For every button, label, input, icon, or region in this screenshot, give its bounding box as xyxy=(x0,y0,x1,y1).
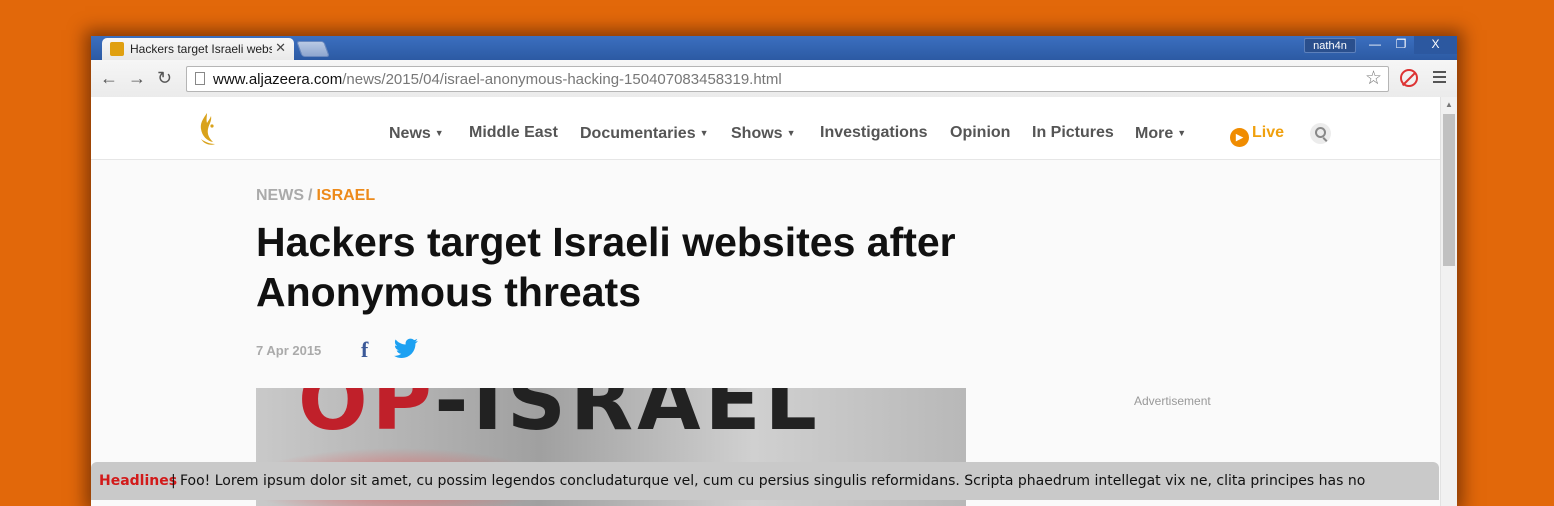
menu-icon[interactable] xyxy=(1433,71,1446,83)
aljazeera-logo-icon[interactable] xyxy=(195,111,219,147)
nav-middle-east[interactable]: Middle East xyxy=(469,123,558,143)
twitter-share-icon[interactable] xyxy=(393,338,419,360)
address-bar[interactable]: www.aljazeera.com/news/2015/04/israel-an… xyxy=(186,66,1389,92)
advertisement-label: Advertisement xyxy=(1134,394,1211,408)
search-icon[interactable] xyxy=(1310,123,1331,144)
nav-more-label: More xyxy=(1135,125,1174,142)
facebook-share-icon[interactable]: f xyxy=(361,338,368,362)
live-label: Live xyxy=(1252,124,1285,141)
maximize-button[interactable]: ❐ xyxy=(1388,36,1414,54)
tab-close-icon[interactable]: ✕ xyxy=(275,41,286,55)
extension-icon[interactable] xyxy=(1400,69,1418,87)
nav-in-pictures[interactable]: In Pictures xyxy=(1032,123,1114,143)
minimize-button[interactable]: — xyxy=(1362,36,1388,54)
chevron-down-icon: ▼ xyxy=(1177,128,1187,138)
chevron-down-icon: ▼ xyxy=(786,128,796,138)
nav-middle-east-label: Middle East xyxy=(469,124,558,141)
bookmark-star-icon[interactable]: ☆ xyxy=(1365,69,1382,89)
vertical-scrollbar[interactable]: ▲ xyxy=(1440,97,1457,506)
site-navigation: News ▼ Middle East Documentaries ▼ Shows ▼ … xyxy=(91,97,1440,160)
breadcrumb: NEWS / ISRAEL xyxy=(256,187,375,205)
live-link[interactable]: ▶ Live xyxy=(1230,123,1285,147)
nav-opinion[interactable]: Opinion xyxy=(950,123,1010,143)
browser-toolbar: ← → ↻ www.aljazeera.com/news/2015/04/isr… xyxy=(91,60,1457,98)
reload-button[interactable]: ↻ xyxy=(157,68,172,88)
breadcrumb-section: NEWS xyxy=(256,187,304,204)
nav-shows-label: Shows xyxy=(731,125,783,142)
nav-documentaries-label: Documentaries xyxy=(580,125,696,142)
nav-documentaries[interactable]: Documentaries ▼ xyxy=(580,123,709,144)
close-window-button[interactable]: X xyxy=(1414,36,1457,54)
page-viewport: News ▼ Middle East Documentaries ▼ Shows ▼ … xyxy=(91,97,1457,506)
nav-news[interactable]: News ▼ xyxy=(389,123,444,144)
nav-shows[interactable]: Shows ▼ xyxy=(731,123,795,144)
nav-opinion-label: Opinion xyxy=(950,124,1011,141)
nav-investigations[interactable]: Investigations xyxy=(820,123,928,143)
forward-button[interactable]: → xyxy=(128,68,146,88)
chevron-down-icon: ▼ xyxy=(699,128,709,138)
url-text[interactable]: www.aljazeera.com/news/2015/04/israel-an… xyxy=(213,71,782,88)
scroll-up-icon[interactable]: ▲ xyxy=(1445,100,1453,109)
page-icon xyxy=(195,72,205,85)
nav-more[interactable]: More ▼ xyxy=(1135,123,1186,144)
new-tab-button[interactable] xyxy=(296,41,330,57)
back-button[interactable]: ← xyxy=(100,68,118,88)
breadcrumb-separator: / xyxy=(308,187,313,204)
browser-window: Hackers target Israeli webs ✕ nath4n — ❐… xyxy=(91,36,1457,506)
chevron-down-icon: ▼ xyxy=(434,128,444,138)
profile-name-badge[interactable]: nath4n xyxy=(1304,38,1356,53)
scrollbar-thumb[interactable] xyxy=(1443,114,1455,266)
article-headline: Hackers target Israeli websites after An… xyxy=(256,219,956,315)
nav-news-label: News xyxy=(389,125,431,142)
browser-tab[interactable]: Hackers target Israeli webs ✕ xyxy=(102,38,294,60)
publish-date: 7 Apr 2015 xyxy=(256,343,322,358)
url-domain: www.aljazeera.com xyxy=(213,71,343,88)
tab-title: Hackers target Israeli webs xyxy=(130,42,272,56)
breadcrumb-category-link[interactable]: ISRAEL xyxy=(316,187,375,204)
tab-strip: Hackers target Israeli webs ✕ nath4n — ❐… xyxy=(91,36,1457,60)
nav-in-pictures-label: In Pictures xyxy=(1032,124,1114,141)
aljazeera-favicon-icon xyxy=(110,42,124,56)
ticker-separator: | xyxy=(171,473,176,489)
url-path: /news/2015/04/israel-anonymous-hacking-1… xyxy=(342,71,782,88)
hero-image-text: OP-ISRAEL xyxy=(298,388,821,449)
hero-text-rest: -ISRAEL xyxy=(434,388,821,449)
ticker-text[interactable]: Foo! Lorem ipsum dolor sit amet, cu poss… xyxy=(180,473,1365,489)
nav-investigations-label: Investigations xyxy=(820,124,928,141)
ticker-label: Headlines xyxy=(99,473,178,489)
headlines-ticker: Headlines | Foo! Lorem ipsum dolor sit a… xyxy=(91,462,1439,500)
play-icon: ▶ xyxy=(1230,128,1249,147)
hero-text-prefix: OP xyxy=(298,388,435,449)
